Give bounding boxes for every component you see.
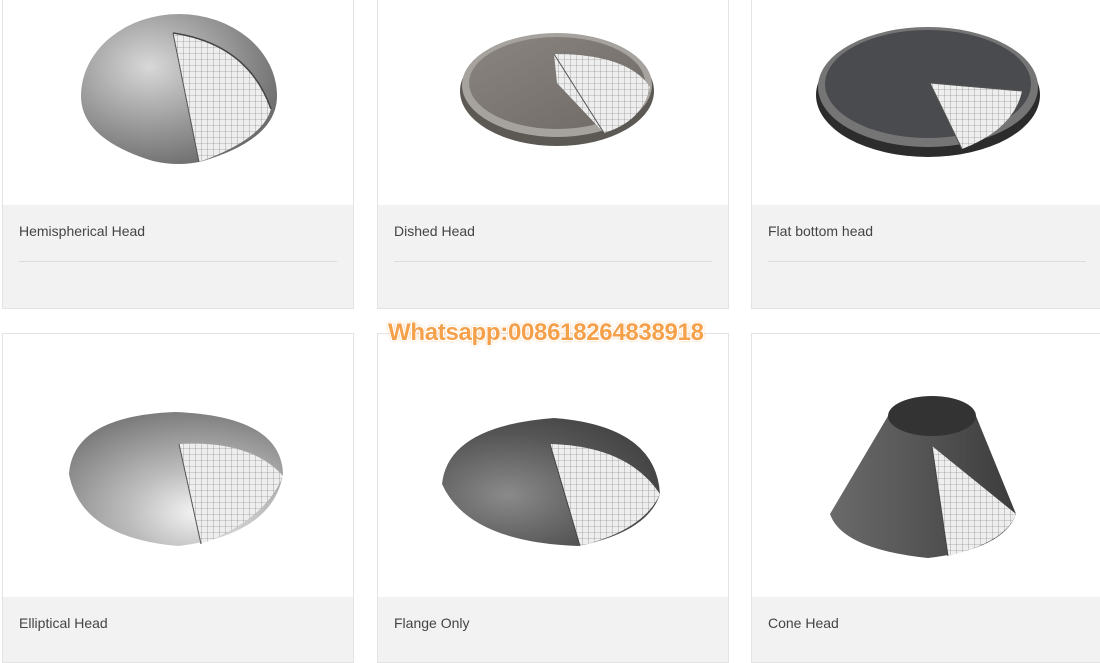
hemispherical-head-image[interactable] xyxy=(3,0,353,207)
dished-head-image[interactable] xyxy=(378,0,728,207)
divider xyxy=(394,261,712,262)
product-title[interactable]: Cone Head xyxy=(768,615,839,631)
elliptical-head-image[interactable] xyxy=(3,334,353,599)
flat-bottom-head-image[interactable] xyxy=(752,0,1100,207)
product-title[interactable]: Flat bottom head xyxy=(768,223,873,239)
product-card-cone-head[interactable]: Cone Head xyxy=(751,333,1100,663)
product-caption: Hemispherical Head xyxy=(3,205,353,308)
product-card-dished-head[interactable]: Dished Head xyxy=(377,0,729,309)
product-title[interactable]: Hemispherical Head xyxy=(19,223,145,239)
product-title[interactable]: Dished Head xyxy=(394,223,475,239)
product-card-elliptical-head[interactable]: Elliptical Head xyxy=(2,333,354,663)
divider xyxy=(19,261,337,262)
divider xyxy=(768,261,1086,262)
product-title[interactable]: Flange Only xyxy=(394,615,469,631)
product-caption: Dished Head xyxy=(378,205,728,308)
whatsapp-watermark: Whatsapp:008618264838918 xyxy=(388,319,704,346)
flange-only-image[interactable] xyxy=(378,334,728,599)
product-grid: Hemispherical Head Dished Head Flat bott… xyxy=(0,0,1100,663)
product-card-flat-bottom-head[interactable]: Flat bottom head xyxy=(751,0,1100,309)
product-caption: Elliptical Head xyxy=(3,597,353,662)
product-title[interactable]: Elliptical Head xyxy=(19,615,108,631)
cone-head-image[interactable] xyxy=(752,334,1100,599)
product-card-hemispherical-head[interactable]: Hemispherical Head xyxy=(2,0,354,309)
product-caption: Flat bottom head xyxy=(752,205,1100,308)
product-caption: Flange Only xyxy=(378,597,728,662)
product-card-flange-only[interactable]: Flange Only xyxy=(377,333,729,663)
product-caption: Cone Head xyxy=(752,597,1100,662)
